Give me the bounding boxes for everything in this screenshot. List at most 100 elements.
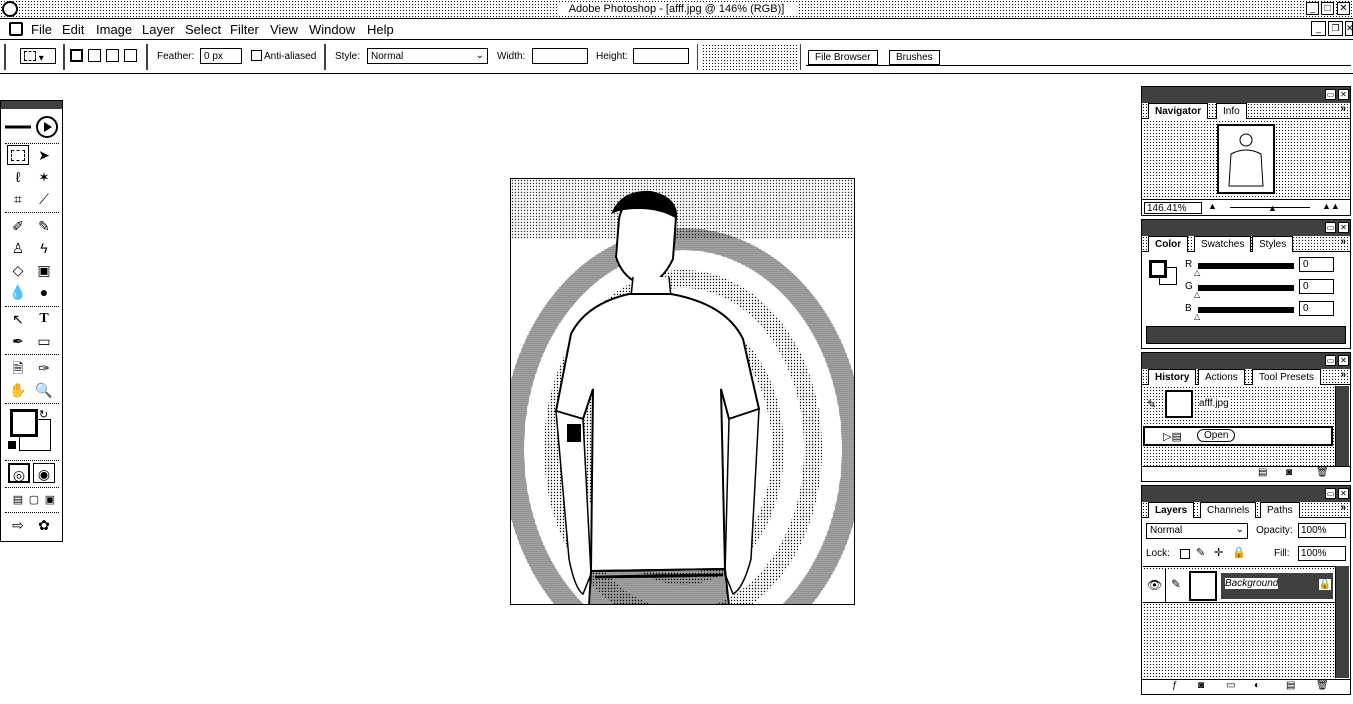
palette-close-button[interactable]: ✕: [1338, 222, 1349, 233]
snapshot-thumbnail[interactable]: [1165, 390, 1193, 418]
palette-close-button[interactable]: ✕: [1338, 355, 1349, 366]
palette-menu-arrow-icon[interactable]: »: [1340, 369, 1346, 380]
tab-color[interactable]: Color: [1148, 236, 1189, 252]
foreground-color-swatch[interactable]: [10, 409, 38, 437]
color-title-bar[interactable]: ▭ ✕: [1142, 220, 1350, 236]
menu-file[interactable]: File: [31, 22, 52, 37]
brush-tool-icon[interactable]: ✎: [33, 216, 55, 236]
palette-minimize-button[interactable]: ▭: [1325, 89, 1336, 100]
tab-history[interactable]: History: [1148, 369, 1197, 385]
screen-mode-full-icon[interactable]: ▣: [39, 490, 61, 510]
doc-close-button[interactable]: ✕: [1345, 21, 1353, 36]
new-document-from-state-icon[interactable]: ▤: [1258, 467, 1267, 478]
channel-g-thumb[interactable]: △: [1194, 290, 1200, 299]
color-ramp[interactable]: [1146, 326, 1346, 344]
type-tool-icon[interactable]: T: [33, 309, 55, 329]
channel-g-input[interactable]: 0: [1299, 279, 1334, 294]
snapshot-name[interactable]: afff.jpg: [1199, 398, 1229, 409]
channel-r-thumb[interactable]: △: [1194, 268, 1200, 277]
minimize-button[interactable]: _: [1306, 2, 1319, 15]
menu-help[interactable]: Help: [367, 22, 394, 37]
blur-tool-icon[interactable]: 💧: [7, 282, 29, 302]
rectangle-tool-icon[interactable]: ▭: [33, 331, 55, 351]
antialiased-checkbox[interactable]: [251, 50, 262, 61]
history-brush-tool-icon[interactable]: ϟ: [33, 238, 55, 258]
tool-preset-picker[interactable]: ▾: [20, 48, 56, 64]
zoom-out-icon[interactable]: ▲: [1208, 201, 1217, 211]
path-selection-tool-icon[interactable]: ↖: [7, 309, 29, 329]
zoom-tool-icon[interactable]: 🔍: [33, 380, 55, 400]
palette-minimize-button[interactable]: ▭: [1325, 355, 1336, 366]
menu-view[interactable]: View: [270, 22, 298, 37]
add-to-selection-icon[interactable]: [88, 49, 101, 62]
menu-layer[interactable]: Layer: [142, 22, 175, 37]
channel-r-input[interactable]: 0: [1299, 257, 1334, 272]
tab-channels[interactable]: Channels: [1200, 502, 1257, 518]
new-layer-set-icon[interactable]: ▭: [1226, 680, 1235, 691]
width-input[interactable]: [532, 48, 588, 64]
doc-minimize-button[interactable]: _: [1311, 21, 1326, 36]
palette-minimize-button[interactable]: ▭: [1325, 222, 1336, 233]
height-input[interactable]: [633, 48, 689, 64]
magic-wand-tool-icon[interactable]: ✶: [33, 167, 55, 187]
layer-row-background[interactable]: 👁 ✎ Background 🔒: [1143, 569, 1335, 603]
channel-r-slider[interactable]: [1198, 263, 1294, 269]
tab-navigator[interactable]: Navigator: [1148, 103, 1209, 119]
jump-to-imageready-icon[interactable]: ⇨: [7, 515, 29, 535]
layers-scrollbar[interactable]: [1335, 566, 1349, 678]
lock-image-icon[interactable]: ✎: [1196, 546, 1205, 559]
subtract-selection-icon[interactable]: [106, 49, 119, 62]
options-grip[interactable]: [4, 44, 6, 70]
move-tool-icon[interactable]: ➤: [33, 145, 55, 165]
layer-mask-icon[interactable]: ◙: [1198, 680, 1204, 691]
gradient-tool-icon[interactable]: ▣: [33, 260, 55, 280]
photoshop-app-icon[interactable]: [2, 1, 18, 17]
menu-edit[interactable]: Edit: [62, 22, 84, 37]
lock-position-icon[interactable]: ✛: [1214, 546, 1223, 559]
style-select[interactable]: Normal ⌄: [367, 48, 488, 64]
tab-layers[interactable]: Layers: [1148, 502, 1195, 518]
blend-mode-select[interactable]: Normal ⌄: [1146, 523, 1248, 539]
tab-paths[interactable]: Paths: [1260, 502, 1300, 518]
lock-transparency-icon[interactable]: [1180, 549, 1190, 559]
new-snapshot-icon[interactable]: ◙: [1286, 467, 1292, 478]
eyedropper-tool-icon[interactable]: ✑: [33, 358, 55, 378]
close-button[interactable]: ✕: [1337, 2, 1350, 15]
maximize-button[interactable]: □: [1321, 2, 1334, 15]
channel-g-slider[interactable]: [1198, 285, 1294, 291]
menu-select[interactable]: Select: [185, 22, 221, 37]
layer-visibility-eye-icon[interactable]: 👁: [1147, 578, 1162, 592]
layers-title-bar[interactable]: ▭ ✕: [1142, 486, 1350, 502]
palette-minimize-button[interactable]: ▭: [1325, 488, 1336, 499]
palette-close-button[interactable]: ✕: [1338, 488, 1349, 499]
tab-tool-presets[interactable]: Tool Presets: [1252, 369, 1322, 385]
delete-state-icon[interactable]: 🗑: [1316, 467, 1329, 478]
palette-menu-arrow-icon[interactable]: »: [1340, 502, 1346, 513]
menu-window[interactable]: Window: [309, 22, 355, 37]
tab-info[interactable]: Info: [1216, 103, 1247, 119]
history-scrollbar[interactable]: [1335, 386, 1349, 466]
navigator-title-bar[interactable]: ▭ ✕: [1142, 87, 1350, 103]
tab-swatches[interactable]: Swatches: [1194, 236, 1252, 252]
feather-input[interactable]: 0 px: [200, 48, 242, 64]
pen-tool-icon[interactable]: ✒: [7, 331, 29, 351]
channel-b-slider[interactable]: [1198, 307, 1294, 313]
crop-tool-icon[interactable]: ⌗: [7, 189, 29, 209]
adjustment-layer-icon[interactable]: ◐: [1254, 680, 1260, 691]
toolbox-title-bar[interactable]: [1, 101, 62, 109]
slice-tool-icon[interactable]: ⟋: [33, 189, 55, 209]
tab-styles[interactable]: Styles: [1252, 236, 1294, 252]
new-selection-icon[interactable]: [70, 49, 83, 62]
palette-close-button[interactable]: ✕: [1338, 89, 1349, 100]
well-tab-file-browser[interactable]: File Browser: [808, 50, 878, 65]
menu-image[interactable]: Image: [96, 22, 132, 37]
layer-style-icon[interactable]: ƒ: [1172, 680, 1178, 691]
quick-mask-mode-icon[interactable]: ◉: [33, 463, 55, 483]
navigator-zoom-field[interactable]: 146.41%: [1144, 202, 1202, 214]
history-state-row[interactable]: ▷▤ Open: [1143, 426, 1333, 446]
marquee-tool-icon[interactable]: [7, 145, 29, 165]
well-tab-brushes[interactable]: Brushes: [889, 50, 940, 65]
history-title-bar[interactable]: ▭ ✕: [1142, 353, 1350, 369]
layer-thumbnail[interactable]: [1189, 571, 1217, 601]
doc-restore-button[interactable]: ❐: [1328, 21, 1343, 36]
